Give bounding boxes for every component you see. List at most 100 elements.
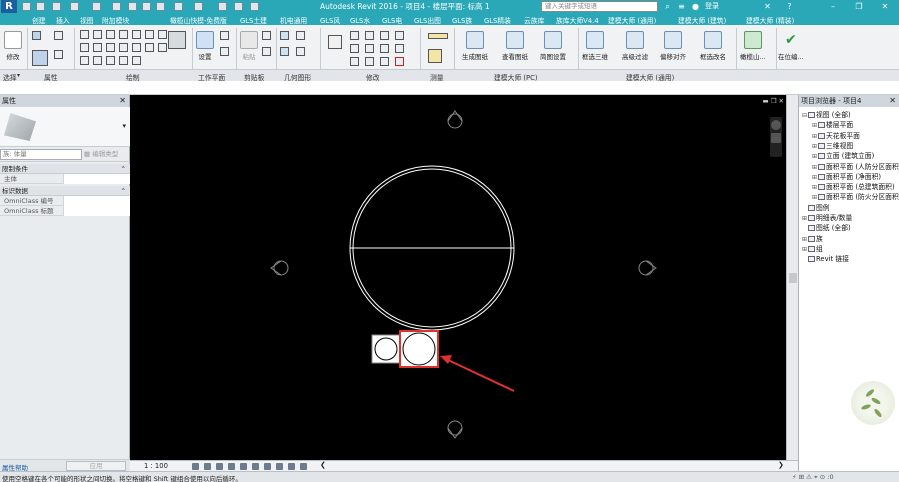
properties-icon[interactable] [32,31,41,40]
advanced-filter-button[interactable]: 高级过滤 [622,31,648,61]
show-plane-icon[interactable] [220,31,229,40]
switch-window-icon[interactable] [218,2,227,11]
type-properties-icon[interactable] [32,50,48,66]
align-icon[interactable] [350,31,359,40]
browser-item[interactable]: ⊞ 明细表/数量 [802,212,852,222]
chain-icon[interactable] [106,56,115,65]
in-place-edit-button[interactable]: ✔ 在位编... [778,31,804,61]
paste-button[interactable]: 粘贴 [240,31,258,61]
scrollbar-thumb[interactable] [789,273,797,283]
small-circle-sketch[interactable] [371,334,401,364]
family-category-icon[interactable] [54,50,63,59]
sun-path-icon[interactable] [216,463,223,470]
copy-icon[interactable] [262,47,271,56]
browser-item[interactable]: ⊞ 天花板平面 [812,130,860,140]
section-icon[interactable] [194,2,203,11]
vertical-scrollbar[interactable] [786,95,798,460]
close-button[interactable]: ✕ [872,0,898,13]
elevation-marker-west[interactable] [270,260,289,276]
pick-rename-button[interactable]: 框选改名 [700,31,726,61]
tab-gls-family[interactable]: GLS族 [452,15,472,25]
browser-item[interactable]: ⊞ 组 [802,243,823,253]
tab-gls-air[interactable]: GLS风 [320,15,340,25]
tab-bim-general[interactable]: 建模大师 (通用) [608,15,656,25]
cope-icon[interactable] [280,31,289,40]
copy-modify-icon[interactable] [350,44,359,53]
redo-icon[interactable] [70,2,79,11]
measure-tool-icon[interactable] [428,33,448,39]
print-icon[interactable] [92,2,101,11]
view-window-controls[interactable]: ▬ ❐ ✕ [762,97,784,105]
user-icon[interactable]: ● [690,1,701,12]
offset-modify-icon[interactable] [365,31,374,40]
text-icon[interactable] [156,2,165,11]
tab-insert[interactable]: 插入 [56,15,70,25]
family-types-icon[interactable] [54,31,63,40]
search-icon[interactable]: ⌕ [662,1,673,12]
pick-face-icon[interactable] [132,43,141,52]
dimension-tool-icon[interactable] [428,49,442,63]
browser-item[interactable]: Revit 链接 [802,253,849,263]
undo-icon[interactable] [52,2,61,11]
pick-3d-button[interactable]: 框选三维 [582,31,608,61]
ellipse-icon[interactable] [158,30,167,39]
open-icon[interactable] [22,2,31,11]
tab-gls-civil[interactable]: GLS土建 [240,15,267,25]
close-icon[interactable]: ✕ [889,95,896,107]
cut-geometry-icon[interactable] [296,31,305,40]
chevron-down-icon[interactable]: ▾ [122,122,126,130]
tab-cloud-library[interactable]: 云族库 [524,15,544,25]
radius-icon[interactable] [132,56,141,65]
visual-style-icon[interactable] [204,463,211,470]
temporary-hide-icon[interactable] [264,463,271,470]
property-value[interactable] [63,206,130,216]
type-selector[interactable]: ▾ [0,107,130,147]
family-filter-select[interactable]: 族: 体量 [0,149,82,160]
collapse-icon[interactable]: ⌃ [121,186,126,196]
help-icon[interactable]: ? [784,1,795,12]
spline-icon[interactable] [145,30,154,39]
tangent-arc-icon[interactable] [80,43,89,52]
tab-family-master[interactable]: 族库大师V4.4 [556,15,599,25]
minimize-button[interactable]: – [820,0,846,13]
browser-item[interactable]: ⊞ 面积平面 (净面积) [812,171,881,181]
browser-item[interactable]: ⊞ 面积平面 (人防分区面积) [812,161,899,171]
navigation-bar[interactable] [770,117,782,157]
elevation-marker-north[interactable] [447,110,463,129]
subscription-icon[interactable]: ≡ [676,1,687,12]
property-value[interactable] [63,174,130,184]
join-icon[interactable] [280,47,289,56]
status-icons[interactable]: ⚡ ⊞ ⚠ ⌖ ⊙ :0 [792,473,834,482]
dimension-icon[interactable] [128,2,137,11]
delete-icon[interactable] [395,57,404,66]
save-icon[interactable] [36,2,45,11]
fillet-arc-icon[interactable] [93,43,102,52]
browser-item[interactable]: ⊞ 面积平面 (防火分区面积) [812,191,899,201]
tab-gls-finish[interactable]: GLS精装 [484,15,511,25]
model-line-icon[interactable] [80,56,89,65]
exchange-apps-icon[interactable]: ✕ [762,1,773,12]
revit-logo[interactable]: R [1,0,17,13]
split-icon[interactable] [395,44,404,53]
line-icon[interactable] [80,30,89,39]
close-hidden-icon[interactable] [234,2,243,11]
tag-icon[interactable] [142,2,151,11]
tab-view[interactable]: 视图 [80,15,94,25]
tab-gls-drawing[interactable]: GLS出图 [414,15,441,25]
zoom-icon[interactable] [771,133,781,143]
reference-line-icon[interactable] [93,56,102,65]
detail-level-icon[interactable] [192,463,199,470]
set-work-plane-button[interactable]: 设置 [196,31,214,61]
point-icon[interactable] [145,43,154,52]
view-sheets-button[interactable]: 查看图纸 [502,31,528,61]
olive-mountain-button[interactable]: 橄榄山... [740,31,766,61]
show-crop-icon[interactable] [252,463,259,470]
pick-line-icon[interactable] [119,43,128,52]
generate-sheets-button[interactable]: 生成图纸 [462,31,488,61]
viewer-icon[interactable] [220,47,229,56]
array-icon[interactable] [350,57,359,66]
mirror-draw-icon[interactable] [395,31,404,40]
category-constraints[interactable]: 限制条件 ⌃ [0,164,130,174]
rotate-icon[interactable] [365,44,374,53]
elevation-marker-east[interactable] [638,260,657,276]
